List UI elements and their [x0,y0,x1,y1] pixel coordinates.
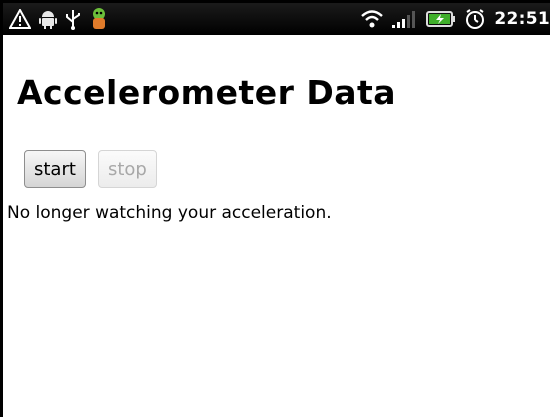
battery-icon [426,10,456,28]
main-content: Accelerometer Data [17,73,540,112]
wifi-icon [360,9,384,29]
app-icon [89,7,109,31]
status-clock: 22:51 [494,9,550,29]
stop-button[interactable]: stop [97,150,157,188]
start-button[interactable]: start [24,150,86,188]
signal-icon [392,9,418,29]
usb-icon [65,8,81,30]
app-window: 22:51 Accelerometer Data start stop No l… [0,0,550,417]
system-icons: 22:51 [360,6,550,32]
android-icon [39,9,57,29]
warning-icon [9,9,31,29]
status-message: No longer watching your acceleration. [7,203,332,223]
button-row: start stop [24,150,157,188]
status-bar: 22:51 [3,3,550,35]
page-title: Accelerometer Data [17,73,397,112]
notification-icons [9,6,109,32]
alarm-icon [464,8,486,30]
